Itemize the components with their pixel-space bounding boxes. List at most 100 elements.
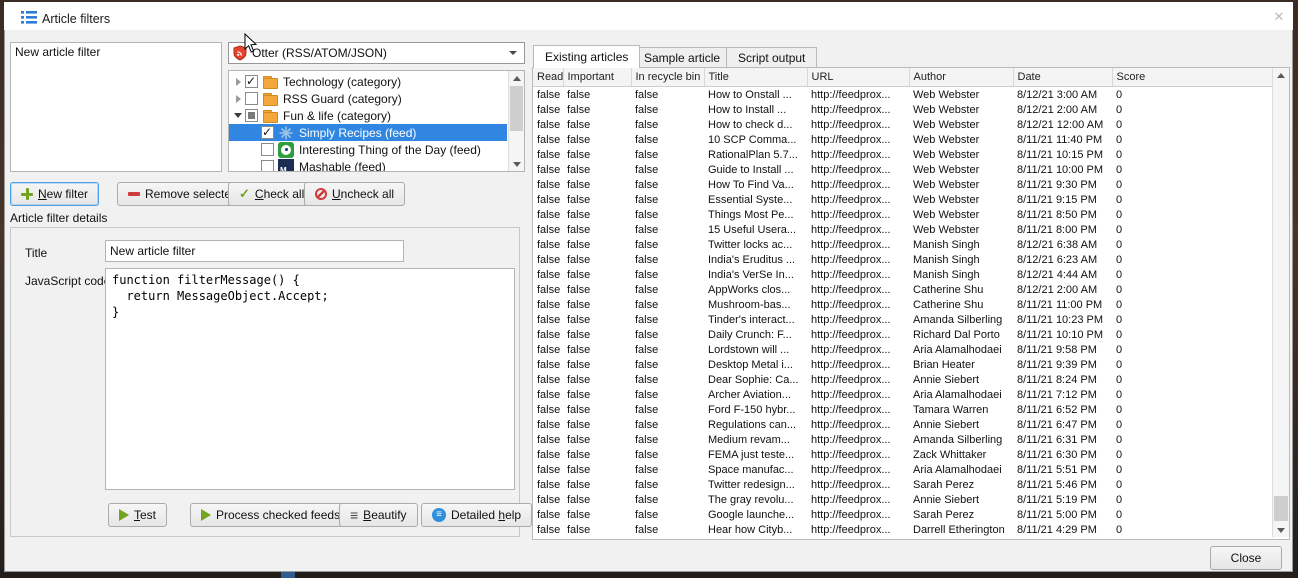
col-url[interactable]: URL xyxy=(807,68,909,87)
tree-item-technology[interactable]: Technology (category) xyxy=(229,73,507,90)
cell-date: 8/12/21 3:00 AM xyxy=(1013,87,1112,103)
article-row[interactable]: false false false Dear Sophie: Ca... htt… xyxy=(533,372,1272,387)
article-row[interactable]: false false false Space manufac... http:… xyxy=(533,462,1272,477)
uncheck-all-button[interactable]: Uncheck all xyxy=(304,182,405,206)
article-row[interactable]: false false false AppWorks clos... http:… xyxy=(533,282,1272,297)
article-row[interactable]: false false false How To Find Va... http… xyxy=(533,177,1272,192)
collapse-icon[interactable] xyxy=(231,113,245,118)
titlebar[interactable]: Article filters ✕ xyxy=(4,2,1293,30)
table-header-row: Read Important In recycle bin Title URL … xyxy=(533,68,1272,87)
article-row[interactable]: false false false Tinder's interact... h… xyxy=(533,312,1272,327)
article-row[interactable]: false false false Daily Crunch: F... htt… xyxy=(533,327,1272,342)
article-row[interactable]: false false false India's Eruditus ... h… xyxy=(533,252,1272,267)
checkbox-checked[interactable] xyxy=(245,75,258,88)
article-row[interactable]: false false false Regulations can... htt… xyxy=(533,417,1272,432)
feed-tree[interactable]: Technology (category) RSS Guard (categor… xyxy=(228,70,525,172)
cell-author: Zack Whittaker xyxy=(909,447,1013,462)
tree-item-mashable[interactable]: Mashable (feed) xyxy=(229,158,507,172)
close-button[interactable]: Close xyxy=(1210,546,1282,570)
filters-list[interactable]: New article filter xyxy=(10,42,222,172)
article-row[interactable]: false false false Mushroom-bas... http:/… xyxy=(533,297,1272,312)
article-row[interactable]: false false false Hear how Cityb... http… xyxy=(533,522,1272,537)
expand-icon[interactable] xyxy=(231,78,245,86)
article-row[interactable]: false false false How to Install ... htt… xyxy=(533,102,1272,117)
cell-author: Web Webster xyxy=(909,87,1013,103)
cell-date: 8/11/21 10:00 PM xyxy=(1013,162,1112,177)
scroll-down-icon[interactable] xyxy=(509,157,524,171)
table-scrollbar-thumb[interactable] xyxy=(1274,496,1288,521)
check-all-button[interactable]: ✓ Check all xyxy=(228,182,315,206)
checkbox-unchecked[interactable] xyxy=(245,92,258,105)
article-row[interactable]: false false false RationalPlan 5.7... ht… xyxy=(533,147,1272,162)
scroll-down-icon[interactable] xyxy=(1273,523,1289,537)
col-title[interactable]: Title xyxy=(704,68,807,87)
col-score[interactable]: Score xyxy=(1112,68,1272,87)
cell-recycle: false xyxy=(631,297,704,312)
col-author[interactable]: Author xyxy=(909,68,1013,87)
expand-icon[interactable] xyxy=(231,95,245,103)
tree-item-interesting-thing[interactable]: Interesting Thing of the Day (feed) xyxy=(229,141,507,158)
process-checked-feeds-button[interactable]: Process checked feeds xyxy=(190,503,351,527)
cell-score: 0 xyxy=(1112,312,1272,327)
article-row[interactable]: false false false How to check d... http… xyxy=(533,117,1272,132)
account-combobox[interactable]: Otter (RSS/ATOM/JSON) xyxy=(228,42,525,64)
test-button[interactable]: Test xyxy=(108,503,167,527)
article-row[interactable]: false false false 15 Useful Usera... htt… xyxy=(533,222,1272,237)
tree-item-fun-life[interactable]: Fun & life (category) xyxy=(229,107,507,124)
cell-date: 8/11/21 10:23 PM xyxy=(1013,312,1112,327)
cell-url: http://feedprox... xyxy=(807,522,909,537)
close-window-icon[interactable]: ✕ xyxy=(1270,9,1288,25)
article-row[interactable]: false false false India's VerSe In... ht… xyxy=(533,267,1272,282)
col-read[interactable]: Read xyxy=(533,68,563,87)
article-row[interactable]: false false false How to Onstall ... htt… xyxy=(533,87,1272,103)
article-row[interactable]: false false false Medium revam... http:/… xyxy=(533,432,1272,447)
beautify-button[interactable]: ≡ Beautify xyxy=(339,503,418,527)
tree-item-simply-recipes[interactable]: Simply Recipes (feed) xyxy=(229,124,507,141)
article-row[interactable]: false false false Desktop Metal i... htt… xyxy=(533,357,1272,372)
article-row[interactable]: false false false Twitter locks ac... ht… xyxy=(533,237,1272,252)
checkbox-unchecked[interactable] xyxy=(261,143,274,156)
checkbox-partial[interactable] xyxy=(245,109,258,122)
tab-sample-article[interactable]: Sample article xyxy=(632,47,732,68)
tab-existing-articles[interactable]: Existing articles xyxy=(533,45,640,68)
cell-read: false xyxy=(533,432,563,447)
cell-recycle: false xyxy=(631,462,704,477)
article-row[interactable]: false false false FEMA just teste... htt… xyxy=(533,447,1272,462)
cell-title: Essential Syste... xyxy=(704,192,807,207)
filter-list-item[interactable]: New article filter xyxy=(11,43,221,61)
new-filter-button[interactable]: New filter xyxy=(10,182,99,206)
scroll-up-icon[interactable] xyxy=(509,71,524,85)
tree-scrollbar[interactable] xyxy=(508,71,524,171)
title-input[interactable] xyxy=(105,240,404,262)
checkbox-unchecked[interactable] xyxy=(261,160,274,172)
tab-script-output[interactable]: Script output xyxy=(726,47,817,68)
article-row[interactable]: false false false Essential Syste... htt… xyxy=(533,192,1272,207)
tree-scrollbar-thumb[interactable] xyxy=(510,86,523,131)
detailed-help-button[interactable]: ≡ Detailed help xyxy=(421,503,532,527)
article-row[interactable]: false false false Archer Aviation... htt… xyxy=(533,387,1272,402)
table-scrollbar[interactable] xyxy=(1272,68,1289,537)
article-row[interactable]: false false false Guide to Install ... h… xyxy=(533,162,1272,177)
cell-recycle: false xyxy=(631,87,704,103)
col-important[interactable]: Important xyxy=(563,68,631,87)
article-row[interactable]: false false false 10 SCP Comma... http:/… xyxy=(533,132,1272,147)
col-in-recycle-bin[interactable]: In recycle bin xyxy=(631,68,704,87)
scroll-up-icon[interactable] xyxy=(1273,68,1289,82)
lines-icon: ≡ xyxy=(350,509,358,521)
article-row[interactable]: false false false Ford F-150 hybr... htt… xyxy=(533,402,1272,417)
javascript-code-editor[interactable]: function filterMessage() { return Messag… xyxy=(105,268,515,490)
article-row[interactable]: false false false Things Most Pe... http… xyxy=(533,207,1272,222)
article-filter-details-label: Article filter details xyxy=(10,211,107,225)
cell-important: false xyxy=(563,252,631,267)
cell-title: Tinder's interact... xyxy=(704,312,807,327)
article-row[interactable]: false false false Google launche... http… xyxy=(533,507,1272,522)
col-date[interactable]: Date xyxy=(1013,68,1112,87)
play-icon xyxy=(201,509,211,521)
article-row[interactable]: false false false Lordstown will ... htt… xyxy=(533,342,1272,357)
cell-read: false xyxy=(533,522,563,537)
article-row[interactable]: false false false The gray revolu... htt… xyxy=(533,492,1272,507)
tree-item-rss-guard[interactable]: RSS Guard (category) xyxy=(229,90,507,107)
cell-date: 8/11/21 8:00 PM xyxy=(1013,222,1112,237)
article-row[interactable]: false false false Twitter redesign... ht… xyxy=(533,477,1272,492)
checkbox-checked[interactable] xyxy=(261,126,274,139)
